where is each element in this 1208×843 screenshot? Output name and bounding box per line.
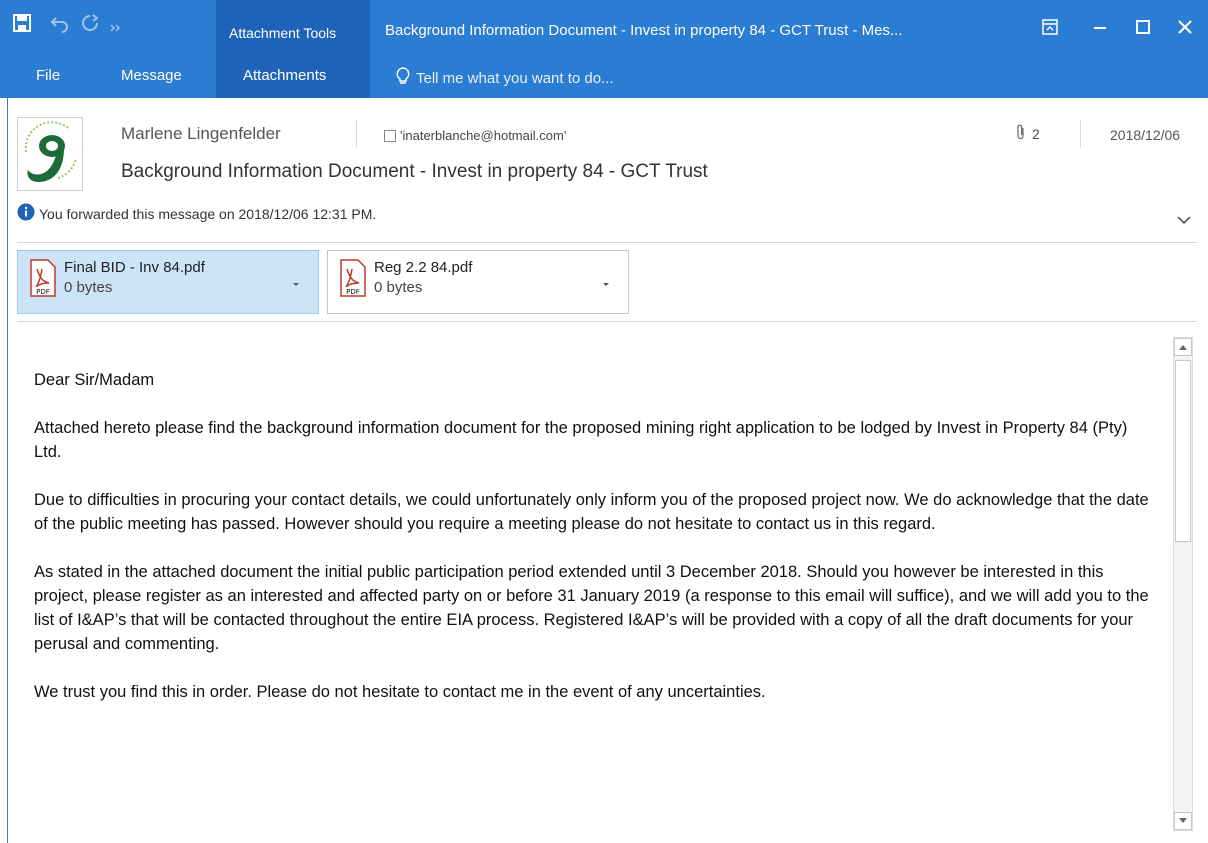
body-paragraph: Attached hereto please find the backgrou… <box>34 419 1128 461</box>
info-bar: You forwarded this message on 2018/12/06… <box>17 203 376 224</box>
message-body[interactable]: Dear Sir/Madam Attached hereto please fi… <box>34 368 1159 728</box>
expand-header-chevron-icon[interactable] <box>1176 212 1192 228</box>
scroll-up-arrow-icon[interactable] <box>1174 338 1192 356</box>
header-divider <box>356 120 357 148</box>
scrollbar-thumb[interactable] <box>1175 360 1191 542</box>
window-left-border <box>0 98 8 843</box>
tell-me-text: Tell me what you want to do... <box>416 69 614 87</box>
header-divider <box>1080 120 1081 148</box>
ribbon-display-options-icon[interactable] <box>1035 12 1065 42</box>
qat-more-icon[interactable] <box>110 18 122 32</box>
attachment-name: Final BID - Inv 84.pdf <box>64 259 205 276</box>
svg-text:PDF: PDF <box>346 288 360 296</box>
sent-date: 2018/12/06 <box>1110 127 1181 143</box>
attachment-dropdown-icon[interactable] <box>602 275 610 286</box>
recipient-address: 'inaterblanche@hotmail.com' <box>400 128 567 143</box>
info-text: You forwarded this message on 2018/12/06… <box>39 205 377 222</box>
info-icon <box>17 203 35 224</box>
divider <box>17 242 1197 243</box>
attachment-name: Reg 2.2 84.pdf <box>374 259 473 276</box>
attachment-size: 0 bytes <box>64 279 113 296</box>
body-paragraph: We trust you find this in order. Please … <box>34 683 766 701</box>
attachment-size: 0 bytes <box>374 279 423 296</box>
svg-text:PDF: PDF <box>36 288 50 296</box>
redo-icon[interactable] <box>80 13 100 33</box>
recipient[interactable]: 'inaterblanche@hotmail.com' <box>384 128 566 143</box>
paperclip-icon <box>1016 124 1026 143</box>
attachment-item[interactable]: PDF Final BID - Inv 84.pdf 0 bytes <box>17 250 319 314</box>
recipient-checkbox-icon <box>384 129 396 142</box>
attachment-count: 2 <box>1016 124 1040 143</box>
vertical-scrollbar[interactable] <box>1173 337 1193 831</box>
tell-me-box[interactable]: Tell me what you want to do... <box>396 67 614 89</box>
sender-avatar <box>17 117 83 191</box>
maximize-icon[interactable] <box>1128 12 1158 42</box>
context-group-label: Attachment Tools <box>229 25 337 41</box>
body-greeting: Dear Sir/Madam <box>34 371 155 389</box>
attachment-count-value: 2 <box>1032 125 1040 142</box>
pdf-icon: PDF <box>30 259 56 297</box>
undo-icon[interactable] <box>50 13 70 33</box>
body-paragraph: Due to difficulties in procuring your co… <box>34 491 1149 533</box>
body-paragraph: As stated in the attached document the i… <box>34 563 1149 653</box>
scroll-down-arrow-icon[interactable] <box>1174 812 1192 830</box>
tab-message[interactable]: Message <box>121 67 182 84</box>
close-icon[interactable] <box>1170 12 1200 42</box>
window-title: Background Information Document - Invest… <box>385 22 903 39</box>
message-subject: Background Information Document - Invest… <box>121 161 708 182</box>
sender-name[interactable]: Marlene Lingenfelder <box>121 124 281 144</box>
tab-file[interactable]: File <box>36 67 60 84</box>
tab-attachments[interactable]: Attachments <box>243 67 326 84</box>
save-icon[interactable] <box>12 13 32 33</box>
pdf-icon: PDF <box>340 259 366 297</box>
divider <box>17 321 1197 322</box>
attachment-item[interactable]: PDF Reg 2.2 84.pdf 0 bytes <box>327 250 629 314</box>
minimize-icon[interactable] <box>1085 12 1115 42</box>
lightbulb-icon <box>396 67 410 89</box>
attachment-dropdown-icon[interactable] <box>292 275 300 286</box>
title-bar: Attachment Tools Background Information … <box>0 0 1208 98</box>
